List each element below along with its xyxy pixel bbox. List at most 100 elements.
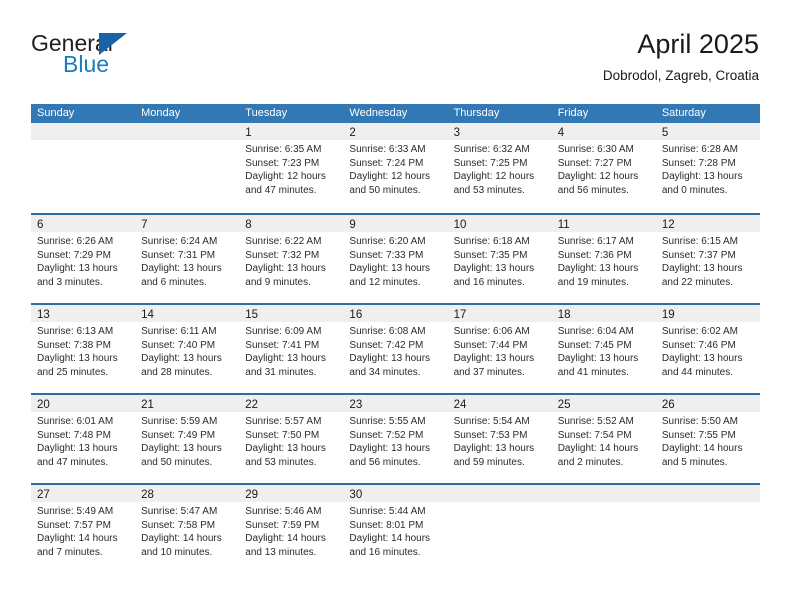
sun-info-line: and 37 minutes. <box>453 366 525 378</box>
calendar-day-cell[interactable]: 1 Sunrise: 6:35 AM Sunset: 7:23 PM Daylight… <box>239 123 344 213</box>
calendar-day-cell[interactable]: 20 Sunrise: 6:01 AM Sunset: 7:48 PM Dayligh… <box>31 395 136 483</box>
calendar-week-row: 6 Sunrise: 6:26 AM Sunset: 7:29 PM Daylight… <box>31 213 760 303</box>
sun-info-line: and 0 minutes. <box>661 184 728 196</box>
calendar-day-cell-empty <box>31 123 136 213</box>
sun-info-line: and 59 minutes. <box>453 456 525 468</box>
calendar-day-cell[interactable]: 22 Sunrise: 5:57 AM Sunset: 7:50 PM Dayligh… <box>239 395 344 483</box>
calendar-day-cell[interactable]: 30 Sunrise: 5:44 AM Sunset: 8:01 PM Dayligh… <box>343 485 448 573</box>
calendar-day-cell[interactable]: 24 Sunrise: 5:54 AM Sunset: 7:53 PM Dayligh… <box>447 395 552 483</box>
calendar-week-row: 27 Sunrise: 5:49 AM Sunset: 7:57 PM Dayligh… <box>31 483 760 573</box>
day-sun-info: Sunrise: 6:30 AM Sunset: 7:27 PM Daylight:… <box>552 140 656 197</box>
sun-info-line: Sunrise: 6:15 AM <box>661 236 738 247</box>
sun-info-line: and 31 minutes. <box>245 366 317 378</box>
sun-info-line: Daylight: 12 hours <box>245 171 326 182</box>
calendar-day-cell[interactable]: 13 Sunrise: 6:13 AM Sunset: 7:38 PM Dayligh… <box>31 305 136 393</box>
calendar-day-cell[interactable]: 6 Sunrise: 6:26 AM Sunset: 7:29 PM Daylight… <box>31 215 136 303</box>
sun-info-line: Sunset: 7:46 PM <box>661 339 736 351</box>
calendar-day-cell[interactable]: 25 Sunrise: 5:52 AM Sunset: 7:54 PM Dayligh… <box>551 395 656 483</box>
calendar-day-cell[interactable]: 9 Sunrise: 6:20 AM Sunset: 7:33 PM Daylight… <box>343 215 448 303</box>
day-number-band: 5 <box>655 123 760 140</box>
calendar-day-cell[interactable]: 26 Sunrise: 5:50 AM Sunset: 7:55 PM Dayligh… <box>655 395 760 483</box>
day-number-band: 19 <box>655 305 760 322</box>
calendar-day-cell[interactable]: 17 Sunrise: 6:06 AM Sunset: 7:44 PM Dayligh… <box>447 305 552 393</box>
day-number: 28 <box>141 489 154 501</box>
day-number-band: 10 <box>447 215 552 232</box>
calendar-day-cell[interactable]: 4 Sunrise: 6:30 AM Sunset: 7:27 PM Daylight… <box>551 123 656 213</box>
calendar-day-cell[interactable]: 12 Sunrise: 6:15 AM Sunset: 7:37 PM Dayligh… <box>655 215 760 303</box>
calendar-day-cell[interactable]: 10 Sunrise: 6:18 AM Sunset: 7:35 PM Dayligh… <box>447 215 552 303</box>
sun-info-line: Sunrise: 5:49 AM <box>37 506 114 517</box>
day-number: 27 <box>37 489 50 501</box>
calendar-day-cell[interactable]: 16 Sunrise: 6:08 AM Sunset: 7:42 PM Dayligh… <box>343 305 448 393</box>
calendar-day-cell[interactable]: 2 Sunrise: 6:33 AM Sunset: 7:24 PM Daylight… <box>343 123 448 213</box>
calendar-page: General Blue April 2025 Dobrodol, Zagreb… <box>0 0 792 612</box>
day-number: 26 <box>661 399 675 411</box>
day-sun-info: Sunrise: 5:59 AM Sunset: 7:49 PM Daylight:… <box>135 412 239 469</box>
sun-info-line: and 13 minutes. <box>245 546 317 558</box>
calendar-day-cell[interactable]: 23 Sunrise: 5:55 AM Sunset: 7:52 PM Dayligh… <box>343 395 448 483</box>
day-sun-info: Sunrise: 6:04 AM Sunset: 7:45 PM Daylight:… <box>552 322 656 379</box>
calendar-day-cell[interactable]: 15 Sunrise: 6:09 AM Sunset: 7:41 PM Dayligh… <box>239 305 344 393</box>
day-number: 18 <box>557 309 571 321</box>
sun-info-line: and 56 minutes. <box>349 456 421 468</box>
sun-info-line: and 47 minutes. <box>37 456 109 468</box>
sun-info-line: Sunrise: 6:08 AM <box>349 326 426 337</box>
calendar-week-row: 13 Sunrise: 6:13 AM Sunset: 7:38 PM Dayligh… <box>31 303 760 393</box>
day-number: 12 <box>661 219 675 231</box>
day-number-band: 20 <box>31 395 136 412</box>
day-number-band: 17 <box>447 305 552 322</box>
sun-info-line: Daylight: 14 hours <box>245 533 326 544</box>
day-sun-info: Sunrise: 6:20 AM Sunset: 7:33 PM Daylight:… <box>343 232 447 289</box>
sun-info-line: Sunset: 7:24 PM <box>349 157 424 169</box>
day-number: 10 <box>453 219 467 231</box>
day-sun-info: Sunrise: 6:02 AM Sunset: 7:46 PM Daylight:… <box>656 322 760 379</box>
sun-info-line: Sunrise: 6:22 AM <box>245 236 322 247</box>
sun-info-line: Daylight: 12 hours <box>453 171 535 182</box>
sun-info-line: and 34 minutes. <box>349 366 421 378</box>
day-sun-info: Sunrise: 6:18 AM Sunset: 7:35 PM Daylight:… <box>448 232 552 289</box>
day-sun-info: Sunrise: 6:24 AM Sunset: 7:31 PM Daylight:… <box>135 232 239 289</box>
calendar-day-cell[interactable]: 7 Sunrise: 6:24 AM Sunset: 7:31 PM Daylight… <box>135 215 240 303</box>
day-number: 2 <box>349 127 356 139</box>
calendar-day-cell[interactable]: 8 Sunrise: 6:22 AM Sunset: 7:32 PM Daylight… <box>239 215 344 303</box>
calendar-day-cell[interactable]: 28 Sunrise: 5:47 AM Sunset: 7:58 PM Dayligh… <box>135 485 240 573</box>
weekday-header-saturday: Saturday <box>661 107 706 119</box>
day-number: 9 <box>349 219 356 231</box>
sun-info-line: and 22 minutes. <box>661 276 734 288</box>
sun-info-line: Sunset: 7:32 PM <box>245 249 320 261</box>
day-number-band: 23 <box>343 395 448 412</box>
general-blue-logo: General Blue <box>31 28 211 88</box>
day-sun-info: Sunrise: 5:54 AM Sunset: 7:53 PM Daylight:… <box>448 412 552 469</box>
calendar-day-cell[interactable]: 27 Sunrise: 5:49 AM Sunset: 7:57 PM Dayligh… <box>31 485 136 573</box>
day-sun-info: Sunrise: 6:35 AM Sunset: 7:23 PM Daylight:… <box>239 140 343 197</box>
day-sun-info: Sunrise: 6:33 AM Sunset: 7:24 PM Daylight:… <box>343 140 447 197</box>
calendar-day-cell[interactable]: 29 Sunrise: 5:46 AM Sunset: 7:59 PM Dayligh… <box>239 485 344 573</box>
day-number: 23 <box>349 399 363 411</box>
calendar-day-cell[interactable]: 19 Sunrise: 6:02 AM Sunset: 7:46 PM Dayligh… <box>655 305 760 393</box>
sun-info-line: Sunrise: 5:50 AM <box>661 416 738 427</box>
calendar-day-cell[interactable]: 11 Sunrise: 6:17 AM Sunset: 7:36 PM Dayligh… <box>551 215 656 303</box>
sun-info-line: Sunset: 7:35 PM <box>453 249 528 261</box>
calendar-day-cell[interactable]: 5 Sunrise: 6:28 AM Sunset: 7:28 PM Daylight… <box>655 123 760 213</box>
sun-info-line: Sunrise: 6:09 AM <box>245 326 322 337</box>
day-number-band: 29 <box>239 485 344 502</box>
calendar-day-cell[interactable]: 21 Sunrise: 5:59 AM Sunset: 7:49 PM Dayligh… <box>135 395 240 483</box>
page-title: April 2025 <box>637 29 759 59</box>
day-sun-info: Sunrise: 6:17 AM Sunset: 7:36 PM Daylight:… <box>552 232 656 289</box>
sun-info-line: Daylight: 13 hours <box>349 443 431 454</box>
sun-info-line: Sunrise: 5:52 AM <box>557 416 634 427</box>
sun-info-line: Daylight: 13 hours <box>141 353 222 364</box>
sun-info-line: Daylight: 13 hours <box>245 353 326 364</box>
day-sun-info: Sunrise: 5:49 AM Sunset: 7:57 PM Daylight:… <box>31 502 135 559</box>
calendar-day-cell[interactable]: 3 Sunrise: 6:32 AM Sunset: 7:25 PM Daylight… <box>447 123 552 213</box>
calendar-day-cell[interactable]: 18 Sunrise: 6:04 AM Sunset: 7:45 PM Dayligh… <box>551 305 656 393</box>
day-sun-info: Sunrise: 5:55 AM Sunset: 7:52 PM Daylight:… <box>343 412 447 469</box>
sun-info-line: Sunset: 7:50 PM <box>245 429 320 441</box>
page-subtitle: Dobrodol, Zagreb, Croatia <box>602 68 759 83</box>
day-number: 1 <box>245 127 252 139</box>
sun-info-line: Daylight: 13 hours <box>349 353 431 364</box>
calendar-week-row: 20 Sunrise: 6:01 AM Sunset: 7:48 PM Dayligh… <box>31 393 760 483</box>
calendar-day-cell[interactable]: 14 Sunrise: 6:11 AM Sunset: 7:40 PM Dayligh… <box>135 305 240 393</box>
day-sun-info: Sunrise: 5:47 AM Sunset: 7:58 PM Daylight:… <box>135 502 239 559</box>
sun-info-line: Sunrise: 6:35 AM <box>245 144 322 155</box>
